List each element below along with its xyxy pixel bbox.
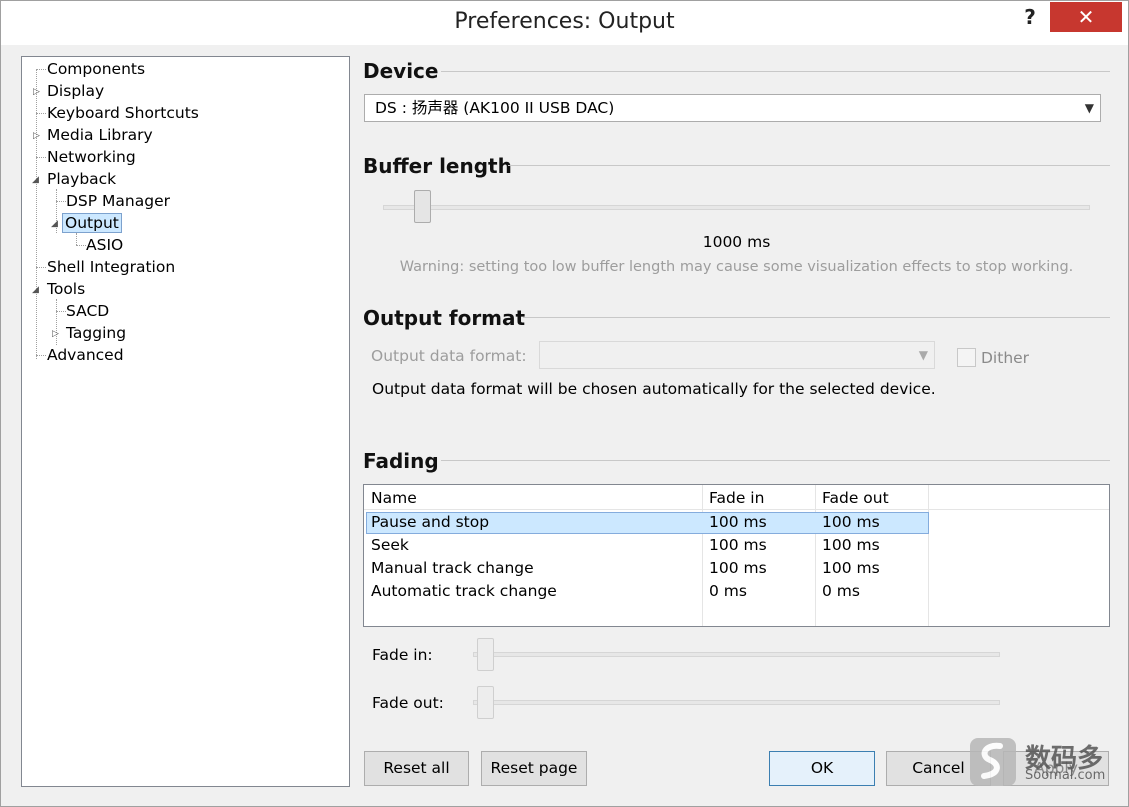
row-fade-out: 100 ms (822, 559, 880, 577)
soomal-logo-icon (970, 738, 1016, 786)
tree-item-output[interactable]: Output (62, 212, 122, 234)
window-title: Preferences: Output (454, 9, 675, 34)
device-select-value: DS : 扬声器 (AK100 II USB DAC) (375, 99, 615, 117)
tree-item-playback[interactable]: Playback (47, 168, 116, 190)
watermark: 数码多 Soomal.com (970, 738, 1120, 790)
section-divider (441, 460, 1110, 461)
row-fade-in: 100 ms (709, 536, 767, 554)
dither-label: Dither (981, 349, 1030, 367)
fade-in-slider-track[interactable] (473, 652, 1000, 657)
expand-arrow-icon[interactable]: ▷ (33, 131, 40, 141)
preferences-tree[interactable]: Components ▷ Display Keyboard Shortcuts … (21, 56, 350, 787)
output-data-format-label: Output data format: (371, 347, 527, 365)
fade-out-slider-track[interactable] (473, 700, 1000, 705)
section-divider (508, 165, 1110, 166)
row-name: Seek (371, 536, 409, 554)
dither-checkbox[interactable] (957, 348, 976, 367)
fade-in-slider-thumb[interactable] (477, 638, 494, 671)
tree-line (76, 245, 86, 246)
row-fade-in: 100 ms (709, 513, 767, 531)
tree-line (36, 355, 46, 356)
row-name: Pause and stop (371, 513, 490, 531)
collapse-arrow-icon[interactable]: ◢ (32, 175, 39, 185)
row-fade-in: 0 ms (709, 582, 747, 600)
reset-all-button[interactable]: Reset all (364, 751, 469, 786)
watermark-url: Soomal.com (1025, 768, 1106, 783)
ok-button[interactable]: OK (769, 751, 875, 786)
expand-arrow-icon[interactable]: ▷ (52, 329, 59, 339)
fade-out-label: Fade out: (372, 694, 444, 712)
tree-line (36, 157, 46, 158)
tree-item-asio[interactable]: ASIO (86, 234, 123, 256)
tree-item-networking[interactable]: Networking (47, 146, 136, 168)
tree-item-tools[interactable]: Tools (47, 278, 85, 300)
output-data-format-select[interactable]: ▼ (539, 341, 935, 369)
column-header-fade-out[interactable]: Fade out (822, 487, 889, 510)
column-header-fade-in[interactable]: Fade in (709, 487, 764, 510)
buffer-slider-thumb[interactable] (414, 190, 431, 223)
output-format-info: Output data format will be chosen automa… (372, 380, 936, 398)
preferences-window: Preferences: Output ? ✕ Components ▷ Dis… (0, 0, 1129, 807)
buffer-warning: Warning: setting too low buffer length m… (399, 259, 1074, 275)
section-divider (441, 71, 1110, 72)
fade-out-slider-thumb[interactable] (477, 686, 494, 719)
section-divider (523, 317, 1110, 318)
tree-item-components[interactable]: Components (47, 58, 145, 80)
tree-line (76, 233, 77, 245)
tree-item-tagging[interactable]: Tagging (66, 322, 126, 344)
title-bar: Preferences: Output ? ✕ (1, 1, 1128, 45)
help-button[interactable]: ? (1015, 5, 1045, 31)
row-fade-out: 100 ms (822, 513, 880, 531)
column-separator (928, 485, 929, 626)
collapse-arrow-icon[interactable]: ◢ (32, 285, 39, 295)
device-section-title: Device (363, 59, 439, 83)
reset-page-button[interactable]: Reset page (481, 751, 587, 786)
fading-table[interactable]: Name Fade in Fade out Pause and stop 100… (363, 484, 1110, 627)
tree-item-shell-integration[interactable]: Shell Integration (47, 256, 175, 278)
row-fade-out: 100 ms (822, 536, 880, 554)
tree-line (56, 311, 66, 312)
column-separator (815, 485, 816, 626)
row-fade-in: 100 ms (709, 559, 767, 577)
column-header-name[interactable]: Name (371, 487, 417, 510)
fade-in-label: Fade in: (372, 646, 433, 664)
row-name: Manual track change (371, 559, 534, 577)
column-separator (702, 485, 703, 626)
tree-line (36, 267, 46, 268)
buffer-value: 1000 ms (702, 233, 771, 251)
tree-item-media-library[interactable]: Media Library (47, 124, 153, 146)
buffer-slider-track[interactable] (383, 205, 1090, 210)
row-fade-out: 0 ms (822, 582, 860, 600)
tree-item-sacd[interactable]: SACD (66, 300, 109, 322)
output-format-section-title: Output format (363, 306, 526, 330)
tree-item-dsp-manager[interactable]: DSP Manager (66, 190, 170, 212)
buffer-section-title: Buffer length (363, 154, 512, 178)
close-button[interactable]: ✕ (1050, 2, 1122, 32)
row-name: Automatic track change (371, 582, 557, 600)
expand-arrow-icon[interactable]: ▷ (33, 87, 40, 97)
tree-line (56, 201, 66, 202)
chevron-down-icon: ▼ (1084, 101, 1094, 115)
tree-line (36, 113, 46, 114)
tree-item-advanced[interactable]: Advanced (47, 344, 124, 366)
device-select[interactable]: DS : 扬声器 (AK100 II USB DAC) ▼ (364, 94, 1101, 122)
collapse-arrow-icon[interactable]: ◢ (51, 219, 58, 229)
tree-line (36, 69, 46, 70)
tree-item-keyboard-shortcuts[interactable]: Keyboard Shortcuts (47, 102, 199, 124)
tree-item-display[interactable]: Display (47, 80, 104, 102)
fading-section-title: Fading (363, 449, 439, 473)
chevron-down-icon: ▼ (918, 348, 928, 362)
